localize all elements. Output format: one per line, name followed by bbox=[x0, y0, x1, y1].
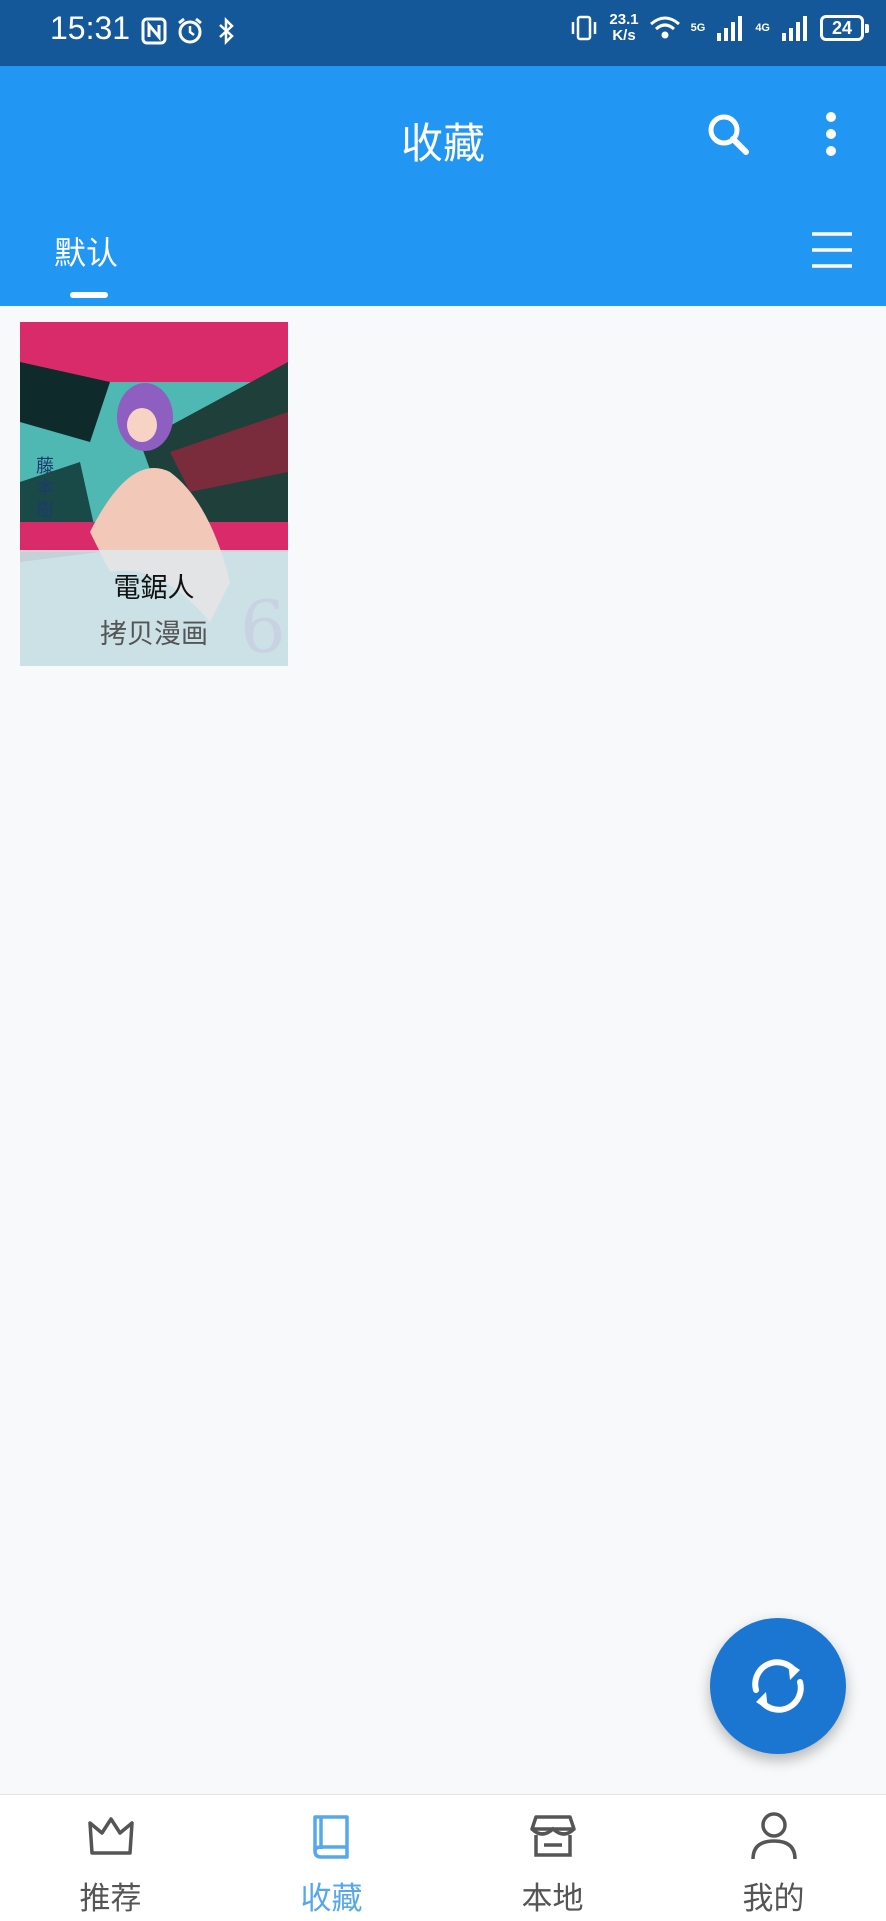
nav-label-favorites: 收藏 bbox=[300, 1881, 363, 1917]
network-4g-label: 4G bbox=[755, 22, 770, 34]
store-icon bbox=[530, 1815, 576, 1857]
vibrate-icon bbox=[572, 15, 597, 41]
bottom-navigation: 推荐 收藏 本地 我的 bbox=[0, 1794, 886, 1921]
svg-text:本: 本 bbox=[36, 478, 54, 499]
app-bar: 收藏 默认 bbox=[0, 66, 886, 306]
signal-icon bbox=[717, 16, 743, 41]
status-bar: 15:31 23.1 K/s 5G 4G 24 bbox=[0, 0, 886, 66]
book-icon bbox=[313, 1815, 349, 1859]
network-5g-label: 5G bbox=[690, 22, 706, 34]
svg-text:藤: 藤 bbox=[36, 456, 54, 477]
crown-icon bbox=[88, 1817, 134, 1855]
net-speed: 23.1 K/s bbox=[609, 12, 638, 44]
nav-label-recommend: 推荐 bbox=[79, 1881, 142, 1917]
status-left-icons bbox=[140, 16, 240, 46]
svg-text:樹: 樹 bbox=[36, 500, 54, 521]
search-icon[interactable] bbox=[700, 106, 756, 162]
nav-label-local: 本地 bbox=[521, 1881, 584, 1917]
battery-indicator: 24 bbox=[820, 15, 869, 41]
alarm-icon bbox=[178, 17, 202, 44]
nav-item-local[interactable]: 本地 bbox=[442, 1795, 663, 1921]
nfc-icon bbox=[141, 17, 167, 45]
more-vert-icon[interactable] bbox=[806, 106, 856, 162]
person-icon bbox=[751, 1812, 797, 1860]
comic-source: 拷贝漫画 bbox=[100, 619, 208, 650]
status-right-icons: 23.1 K/s 5G 4G 24 bbox=[569, 12, 869, 44]
net-speed-value: 23.1 bbox=[609, 11, 639, 28]
tab-indicator bbox=[70, 292, 108, 298]
nav-label-profile: 我的 bbox=[742, 1881, 805, 1917]
net-speed-unit: K/s bbox=[612, 27, 636, 44]
signal-icon-2 bbox=[782, 16, 807, 41]
wifi-icon bbox=[649, 16, 680, 39]
bluetooth-icon bbox=[219, 16, 234, 46]
nav-item-recommend[interactable]: 推荐 bbox=[0, 1795, 221, 1921]
menu-icon[interactable] bbox=[808, 226, 856, 274]
sync-button[interactable] bbox=[710, 1618, 846, 1754]
comic-title: 電鋸人 bbox=[113, 573, 195, 604]
status-time: 15:31 bbox=[50, 10, 131, 46]
nav-item-profile[interactable]: 我的 bbox=[663, 1795, 884, 1921]
sync-icon bbox=[752, 1659, 804, 1713]
tab-default[interactable]: 默认 bbox=[54, 228, 118, 274]
nav-item-favorites[interactable]: 收藏 bbox=[221, 1795, 442, 1921]
